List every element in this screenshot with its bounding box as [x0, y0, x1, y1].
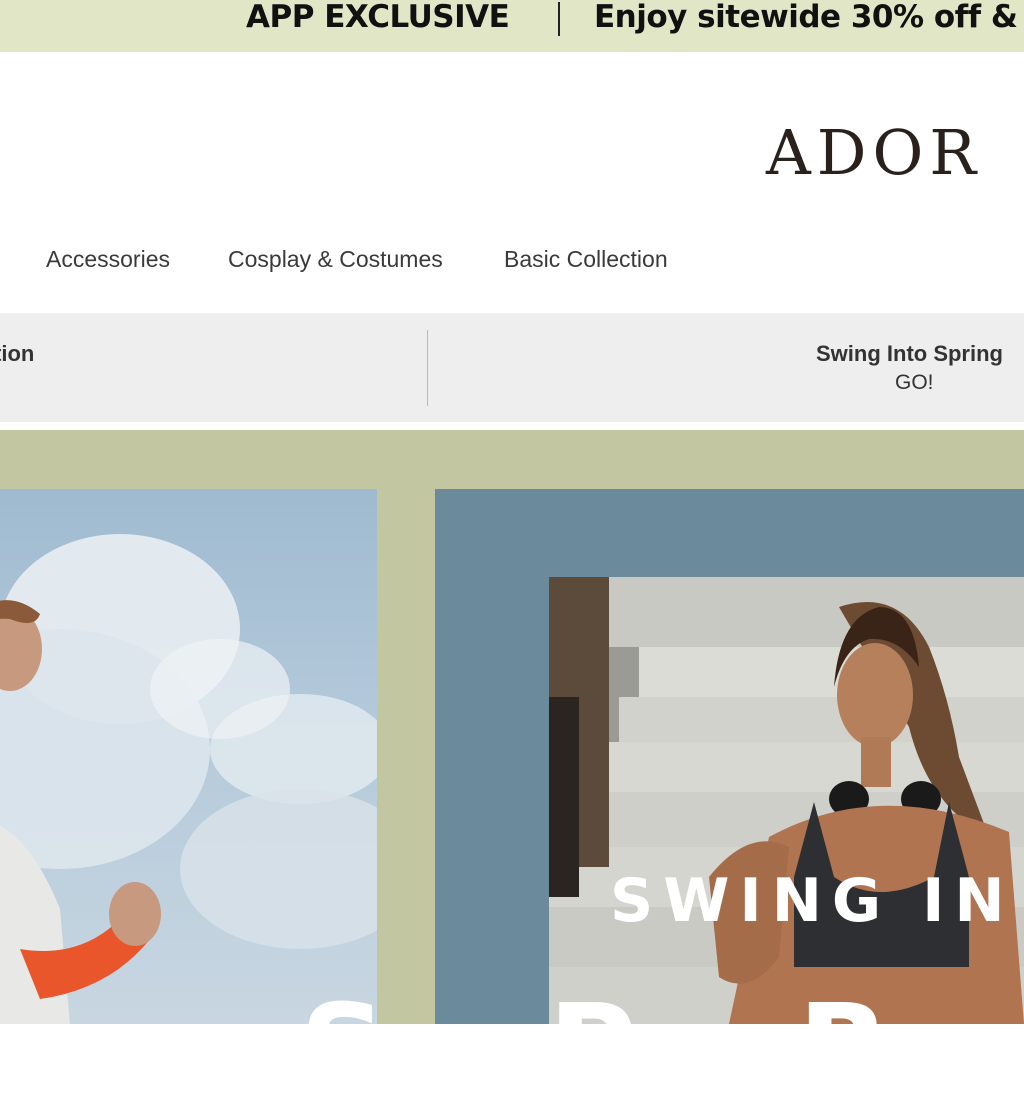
hero-headline-large: S P R: [300, 980, 951, 1119]
promo-strip-left-link[interactable]: tion: [0, 341, 34, 367]
site-logo[interactable]: ADOR: [766, 118, 982, 188]
promo-banner[interactable]: APP EXCLUSIVE Enjoy sitewide 30% off & F: [0, 0, 1024, 52]
nav-item-cosplay-costumes[interactable]: Cosplay & Costumes: [228, 244, 443, 274]
hero-left-image[interactable]: [0, 489, 377, 1024]
hero-headline: SWING IN: [610, 866, 1015, 936]
nav-item-accessories[interactable]: Accessories: [46, 244, 170, 274]
promo-strip: tion Swing Into Spring GO!: [0, 313, 1024, 422]
promo-strip-title[interactable]: Swing Into Spring: [816, 341, 1003, 367]
athlete-photo-illustration: [549, 577, 1024, 1024]
promo-left-text: APP EXCLUSIVE: [246, 0, 510, 35]
promo-separator: [558, 2, 560, 36]
runner-photo-illustration: [0, 534, 377, 1024]
promo-strip-divider: [427, 330, 428, 406]
promo-strip-cta[interactable]: GO!: [895, 371, 934, 395]
nav-item-basic-collection[interactable]: Basic Collection: [504, 244, 668, 274]
promo-right-text: Enjoy sitewide 30% off & F: [594, 0, 1024, 35]
hero-right-image[interactable]: [435, 489, 1024, 1024]
athlete-photo: [549, 577, 1024, 1024]
